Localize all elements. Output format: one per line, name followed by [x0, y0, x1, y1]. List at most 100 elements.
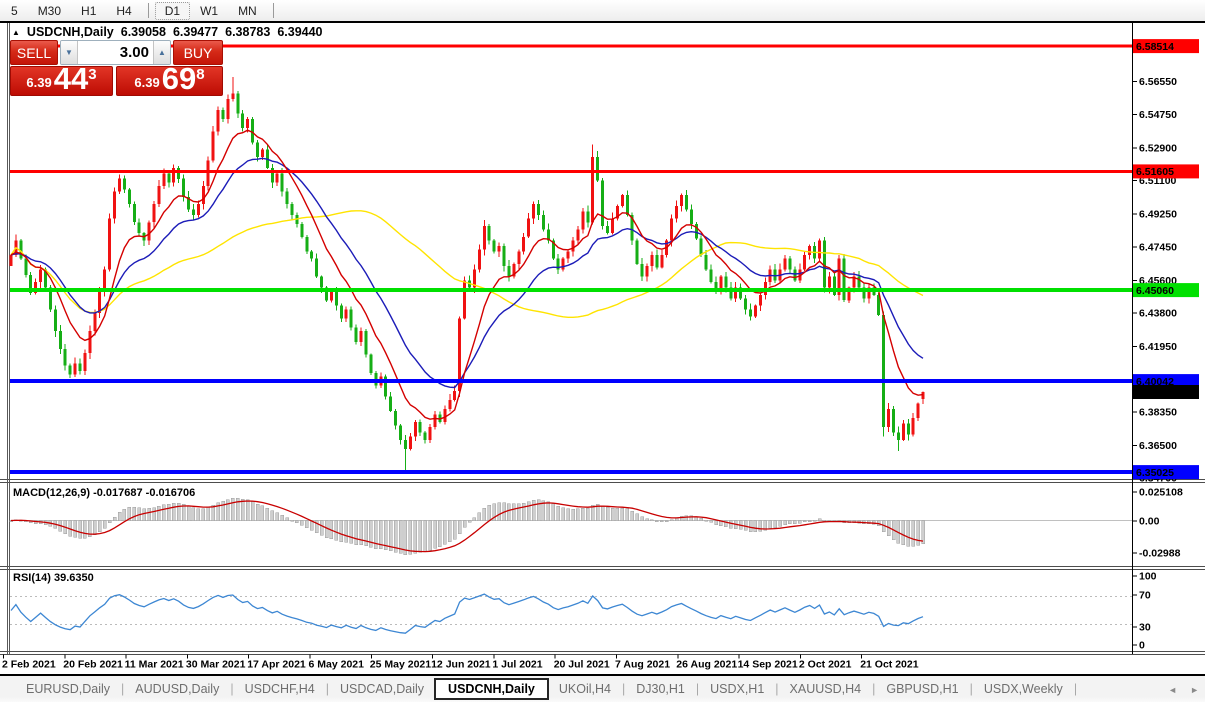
- sell-button[interactable]: SELL: [10, 40, 58, 65]
- svg-text:6.52900: 6.52900: [1139, 142, 1177, 154]
- tab-separator: |: [872, 682, 875, 696]
- svg-text:6.51605: 6.51605: [1136, 166, 1174, 178]
- date-tick-label: 2 Feb 2021: [2, 659, 56, 671]
- svg-text:6.43800: 6.43800: [1139, 308, 1177, 320]
- timeframe-D1[interactable]: D1: [155, 2, 190, 20]
- date-tick-label: 25 May 2021: [370, 659, 431, 671]
- volume-input[interactable]: [78, 41, 153, 64]
- rsi-label: RSI(14) 39.6350: [13, 572, 94, 584]
- chart-tab-GBPUSD-H1[interactable]: GBPUSD,H1: [876, 679, 968, 699]
- tab-separator: |: [326, 682, 329, 696]
- chart-canvas[interactable]: 6.565506.547506.529006.511006.492506.474…: [0, 0, 1205, 702]
- svg-text:0: 0: [1139, 640, 1145, 652]
- date-tick-label: 6 May 2021: [309, 659, 365, 671]
- tab-separator: |: [696, 682, 699, 696]
- chart-tab-AUDUSD-Daily[interactable]: AUDUSD,Daily: [125, 679, 229, 699]
- date-tick-label: 17 Apr 2021: [247, 659, 306, 671]
- toolbar-separator: [273, 3, 274, 18]
- chart-tab-USDX-Weekly[interactable]: USDX,Weekly: [974, 679, 1073, 699]
- svg-text:6.56550: 6.56550: [1139, 76, 1177, 88]
- bid-price-pip: 3: [88, 67, 96, 82]
- tab-scroll-right-icon[interactable]: ►: [1190, 685, 1199, 695]
- macd-histogram: [10, 498, 925, 554]
- chart-tab-EURUSD-Daily[interactable]: EURUSD,Daily: [16, 679, 120, 699]
- timeframe-H4[interactable]: H4: [106, 2, 141, 20]
- tab-separator: |: [622, 682, 625, 696]
- ohlc-low: 6.38783: [225, 25, 270, 39]
- ohlc-high: 6.39477: [173, 25, 218, 39]
- svg-text:-0.02988: -0.02988: [1139, 548, 1181, 560]
- one-click-trading-panel: SELL ▼ ▲ BUY 6.39443 6.39698: [10, 40, 223, 96]
- svg-text:6.38350: 6.38350: [1139, 406, 1177, 418]
- candlestick-series: [10, 77, 925, 472]
- svg-text:0.025108: 0.025108: [1139, 487, 1183, 499]
- timeframe-W1[interactable]: W1: [190, 2, 228, 20]
- chart-tab-DJ30-H1[interactable]: DJ30,H1: [626, 679, 695, 699]
- date-tick-label: 7 Aug 2021: [615, 659, 670, 671]
- svg-text:100: 100: [1139, 571, 1157, 583]
- chart-tab-UKOil-H4[interactable]: UKOil,H4: [549, 679, 621, 699]
- chart-tab-USDCAD-Daily[interactable]: USDCAD,Daily: [330, 679, 434, 699]
- svg-text:6.35025: 6.35025: [1136, 467, 1174, 479]
- date-tick-label: 1 Jul 2021: [492, 659, 542, 671]
- chart-tabs-bar: EURUSD,Daily|AUDUSD,Daily|USDCHF,H4|USDC…: [0, 674, 1205, 702]
- date-tick-label: 14 Sep 2021: [738, 659, 798, 671]
- chart-tab-USDX-H1[interactable]: USDX,H1: [700, 679, 774, 699]
- ask-price-main: 69: [162, 65, 196, 94]
- timeframe-MN[interactable]: MN: [228, 2, 267, 20]
- svg-text:6.41950: 6.41950: [1139, 341, 1177, 353]
- timeframe-H1[interactable]: H1: [71, 2, 106, 20]
- ohlc-open: 6.39058: [121, 25, 166, 39]
- date-tick-label: 11 Mar 2021: [125, 659, 184, 671]
- chart-tab-USDCNH-Daily[interactable]: USDCNH,Daily: [434, 678, 549, 700]
- level-price-label: 6.35025: [1133, 465, 1199, 479]
- ask-price-pip: 8: [196, 67, 204, 82]
- date-tick-label: 20 Feb 2021: [63, 659, 123, 671]
- svg-text:70: 70: [1139, 590, 1151, 602]
- date-tick-label: 30 Mar 2021: [186, 659, 246, 671]
- bid-price-prefix: 6.39: [26, 73, 51, 94]
- date-tick-label: 26 Aug 2021: [676, 659, 737, 671]
- current-price-label: 6.39440: [1133, 385, 1199, 399]
- sell-price-display[interactable]: 6.39443: [10, 66, 113, 96]
- rsi-line: [11, 594, 923, 633]
- date-tick-label: 20 Jul 2021: [554, 659, 610, 671]
- svg-text:0.00: 0.00: [1139, 516, 1160, 528]
- tab-separator: |: [121, 682, 124, 696]
- tab-scroll-arrows: ◄ ►: [1168, 685, 1199, 695]
- date-tick-label: 21 Oct 2021: [860, 659, 919, 671]
- tab-separator: |: [775, 682, 778, 696]
- svg-text:30: 30: [1139, 622, 1151, 634]
- svg-text:6.47450: 6.47450: [1139, 241, 1177, 253]
- date-tick-label: 2 Oct 2021: [799, 659, 852, 671]
- tab-separator: |: [1074, 682, 1077, 696]
- tab-separator: |: [230, 682, 233, 696]
- toolbar-separator: [148, 3, 149, 18]
- ohlc-close: 6.39440: [277, 25, 322, 39]
- chart-tab-XAUUSD-H4[interactable]: XAUUSD,H4: [780, 679, 872, 699]
- tab-separator: |: [970, 682, 973, 696]
- level-price-label: 6.51605: [1133, 164, 1199, 178]
- svg-text:6.39440: 6.39440: [1136, 387, 1174, 399]
- bid-price-main: 44: [54, 65, 88, 94]
- svg-text:6.58514: 6.58514: [1136, 41, 1174, 53]
- svg-text:6.49250: 6.49250: [1139, 209, 1177, 221]
- tab-scroll-left-icon[interactable]: ◄: [1168, 685, 1177, 695]
- svg-text:6.54750: 6.54750: [1139, 109, 1177, 121]
- timeframe-5[interactable]: 5: [1, 2, 28, 20]
- level-price-label: 6.58514: [1133, 39, 1199, 53]
- timeframe-toolbar: 5M30H1H4 D1W1MN: [0, 0, 1205, 21]
- ask-price-prefix: 6.39: [134, 73, 159, 94]
- date-tick-label: 12 Jun 2021: [431, 659, 491, 671]
- chart-tab-USDCHF-H4[interactable]: USDCHF,H4: [235, 679, 325, 699]
- timeframe-M30[interactable]: M30: [28, 2, 71, 20]
- svg-text:6.45060: 6.45060: [1136, 285, 1174, 297]
- macd-label: MACD(12,26,9) -0.017687 -0.016706: [13, 487, 195, 499]
- ma-line-10: [11, 130, 923, 419]
- chart-tabs-list: EURUSD,Daily|AUDUSD,Daily|USDCHF,H4|USDC…: [16, 678, 1078, 700]
- buy-price-display[interactable]: 6.39698: [116, 66, 223, 96]
- collapse-icon[interactable]: ▲: [12, 28, 20, 37]
- svg-text:6.36500: 6.36500: [1139, 440, 1177, 452]
- chart-header: ▲ USDCNH,Daily 6.39058 6.39477 6.38783 6…: [12, 25, 323, 39]
- chart-title: USDCNH,Daily: [27, 25, 114, 39]
